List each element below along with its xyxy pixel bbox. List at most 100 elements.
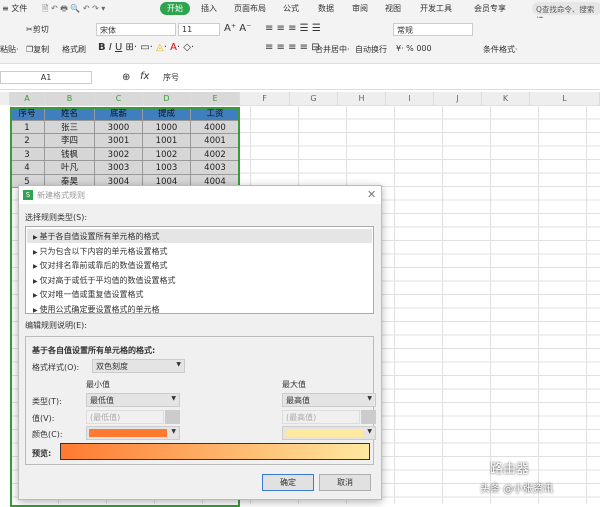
table-cell[interactable]: 1002 — [143, 147, 191, 161]
preview-label: 预览: — [32, 449, 52, 458]
table-cell[interactable]: 3002 — [95, 147, 143, 161]
table-cell[interactable]: 4001 — [191, 134, 240, 148]
tab-insert[interactable]: 插入 — [201, 3, 217, 14]
column-header-cell[interactable]: 姓名 — [45, 107, 95, 121]
table-cell[interactable]: 钱枫 — [45, 147, 95, 161]
align-icons[interactable]: ≡ ≡ ≡ ☰ ☰ — [265, 23, 321, 34]
formula-input[interactable]: 序号 — [160, 71, 600, 84]
max-color-select[interactable]: ▼ — [282, 426, 376, 440]
file-menu[interactable]: ≡ 文件 — [2, 3, 27, 14]
watermark: 路由器 头条 @小张资讯 — [450, 462, 600, 504]
table-cell[interactable]: 3000 — [95, 120, 143, 134]
conditional-format-button[interactable]: 条件格式· — [483, 44, 518, 55]
column-header-cell[interactable]: 提成 — [143, 107, 191, 121]
tab-page-layout[interactable]: 页面布局 — [234, 3, 266, 14]
dropdown-arrow-icon: ▼ — [171, 428, 176, 435]
rule-type-item[interactable]: ▶ 仅对唯一值或重复值设置格式 — [27, 287, 372, 301]
dropdown-arrow-icon: ▼ — [367, 428, 372, 435]
ribbon: 粘贴· ✂剪切 ❐复制 格式刷 宋体 11 A⁺ A⁻ B I U ⊞· ▭· … — [0, 18, 600, 64]
wrap-text-button[interactable]: 自动换行 — [355, 44, 387, 55]
column-header-cell[interactable]: 工资 — [191, 107, 240, 121]
col-header[interactable]: B — [45, 92, 95, 105]
range-picker-icon[interactable] — [361, 410, 376, 424]
number-buttons[interactable]: ¥· % 000 — [396, 44, 432, 53]
col-header[interactable]: H — [338, 92, 386, 105]
watermark-text: 头条 @小张资讯 — [480, 484, 554, 495]
tab-data[interactable]: 数据 — [318, 3, 334, 14]
table-cell[interactable]: 4002 — [191, 147, 240, 161]
max-type-select[interactable]: 最高值 ▼ — [282, 393, 376, 407]
rule-type-item[interactable]: ▶ 仅对排名靠前或靠后的数值设置格式 — [27, 258, 372, 272]
col-header[interactable]: J — [434, 92, 482, 105]
formula-bar: A1 ⊕ fx 序号 — [0, 68, 600, 90]
table-cell[interactable]: 张三 — [45, 120, 95, 134]
tab-view[interactable]: 视图 — [385, 3, 401, 14]
col-header[interactable]: A — [10, 92, 45, 105]
range-picker-icon[interactable] — [165, 410, 180, 424]
tab-formulas[interactable]: 公式 — [283, 3, 299, 14]
col-header[interactable]: C — [95, 92, 143, 105]
scissors-icon: ✂ — [26, 25, 33, 34]
col-header[interactable]: L — [530, 92, 600, 105]
col-header[interactable]: I — [386, 92, 434, 105]
col-header[interactable]: E — [191, 92, 240, 105]
col-header[interactable]: K — [482, 92, 530, 105]
app-logo-icon: S — [23, 190, 33, 200]
table-cell[interactable]: 1001 — [143, 134, 191, 148]
close-icon[interactable]: ✕ — [367, 188, 376, 201]
merge-button[interactable]: 合并居中· — [315, 44, 350, 55]
cancel-button[interactable]: 取消 — [319, 474, 371, 491]
format-painter-button[interactable]: 格式刷 — [62, 44, 86, 55]
table-cell[interactable]: 4000 — [191, 120, 240, 134]
max-value-input[interactable]: (最高值) — [282, 410, 360, 424]
search-input[interactable]: Q查找命令、搜索模 — [532, 2, 600, 25]
style-select[interactable]: 双色刻度 ▼ — [92, 359, 185, 373]
table-cell[interactable]: 叶凡 — [45, 161, 95, 175]
min-value-input[interactable]: (最低值) — [86, 410, 164, 424]
column-header-cell[interactable]: 底薪 — [95, 107, 143, 121]
min-color-select[interactable]: ▼ — [86, 426, 180, 440]
gradient-preview — [60, 443, 370, 460]
rule-type-item[interactable]: ▶ 使用公式确定要设置格式的单元格 — [27, 302, 372, 316]
paste-button[interactable]: 粘贴· — [0, 44, 19, 55]
ok-button[interactable]: 确定 — [262, 474, 314, 491]
align-h-icons[interactable]: ≡ ≡ ≡ ≡ ⊟ — [265, 42, 320, 53]
style-label: 格式样式(O): — [32, 363, 80, 372]
table-cell[interactable]: 3003 — [95, 161, 143, 175]
tab-member[interactable]: 会员专享 — [474, 3, 506, 14]
table-cell[interactable]: 4003 — [191, 161, 240, 175]
col-header[interactable]: F — [240, 92, 290, 105]
col-header[interactable]: D — [143, 92, 191, 105]
col-header[interactable]: G — [290, 92, 338, 105]
cut-button[interactable]: ✂剪切 — [26, 24, 49, 35]
font-size-select[interactable]: 11 — [178, 23, 220, 36]
table-cell[interactable]: 3001 — [95, 134, 143, 148]
font-style-icons[interactable]: B I U ⊞· ▭· ◬· A· ◇· — [98, 42, 194, 53]
copy-button[interactable]: ❐复制 — [26, 44, 49, 55]
column-header-cell[interactable]: 序号 — [10, 107, 45, 121]
table-cell[interactable]: 1003 — [143, 161, 191, 175]
number-format-select[interactable]: 常规 — [393, 23, 473, 36]
fx-icon[interactable]: fx — [140, 71, 149, 82]
min-type-select[interactable]: 最低值 ▼ — [86, 393, 180, 407]
zoom-icon[interactable]: ⊕ — [122, 72, 130, 83]
font-select[interactable]: 宋体 — [96, 23, 176, 36]
rule-type-item[interactable]: ▶ 仅对高于或低于平均值的数值设置格式 — [27, 273, 372, 287]
table-cell[interactable]: 1 — [10, 120, 45, 134]
select-all[interactable] — [0, 92, 10, 105]
rule-type-list[interactable]: ▶ 基于各自值设置所有单元格的格式 ▶ 只为包含以下内容的单元格设置格式 ▶ 仅对排… — [25, 226, 374, 314]
table-cell[interactable]: 3 — [10, 147, 45, 161]
table-cell[interactable]: 李四 — [45, 134, 95, 148]
tab-developer[interactable]: 开发工具 — [420, 3, 452, 14]
tab-review[interactable]: 审阅 — [352, 3, 368, 14]
rule-type-item[interactable]: ▶ 基于各自值设置所有单元格的格式 — [27, 229, 372, 243]
rule-type-item[interactable]: ▶ 只为包含以下内容的单元格设置格式 — [27, 244, 372, 258]
name-box[interactable]: A1 — [0, 71, 92, 84]
table-cell[interactable]: 4 — [10, 161, 45, 175]
quick-access-icons[interactable]: 🗎 ↶ 🖶 🔍 ↶ ↷ ▾ — [42, 3, 105, 17]
table-cell[interactable]: 1000 — [143, 120, 191, 134]
table-cell[interactable]: 2 — [10, 134, 45, 148]
tab-home[interactable]: 开始 — [160, 2, 190, 15]
font-size-icons[interactable]: A⁺ A⁻ — [224, 23, 251, 34]
max-label: 最大值 — [282, 380, 306, 389]
